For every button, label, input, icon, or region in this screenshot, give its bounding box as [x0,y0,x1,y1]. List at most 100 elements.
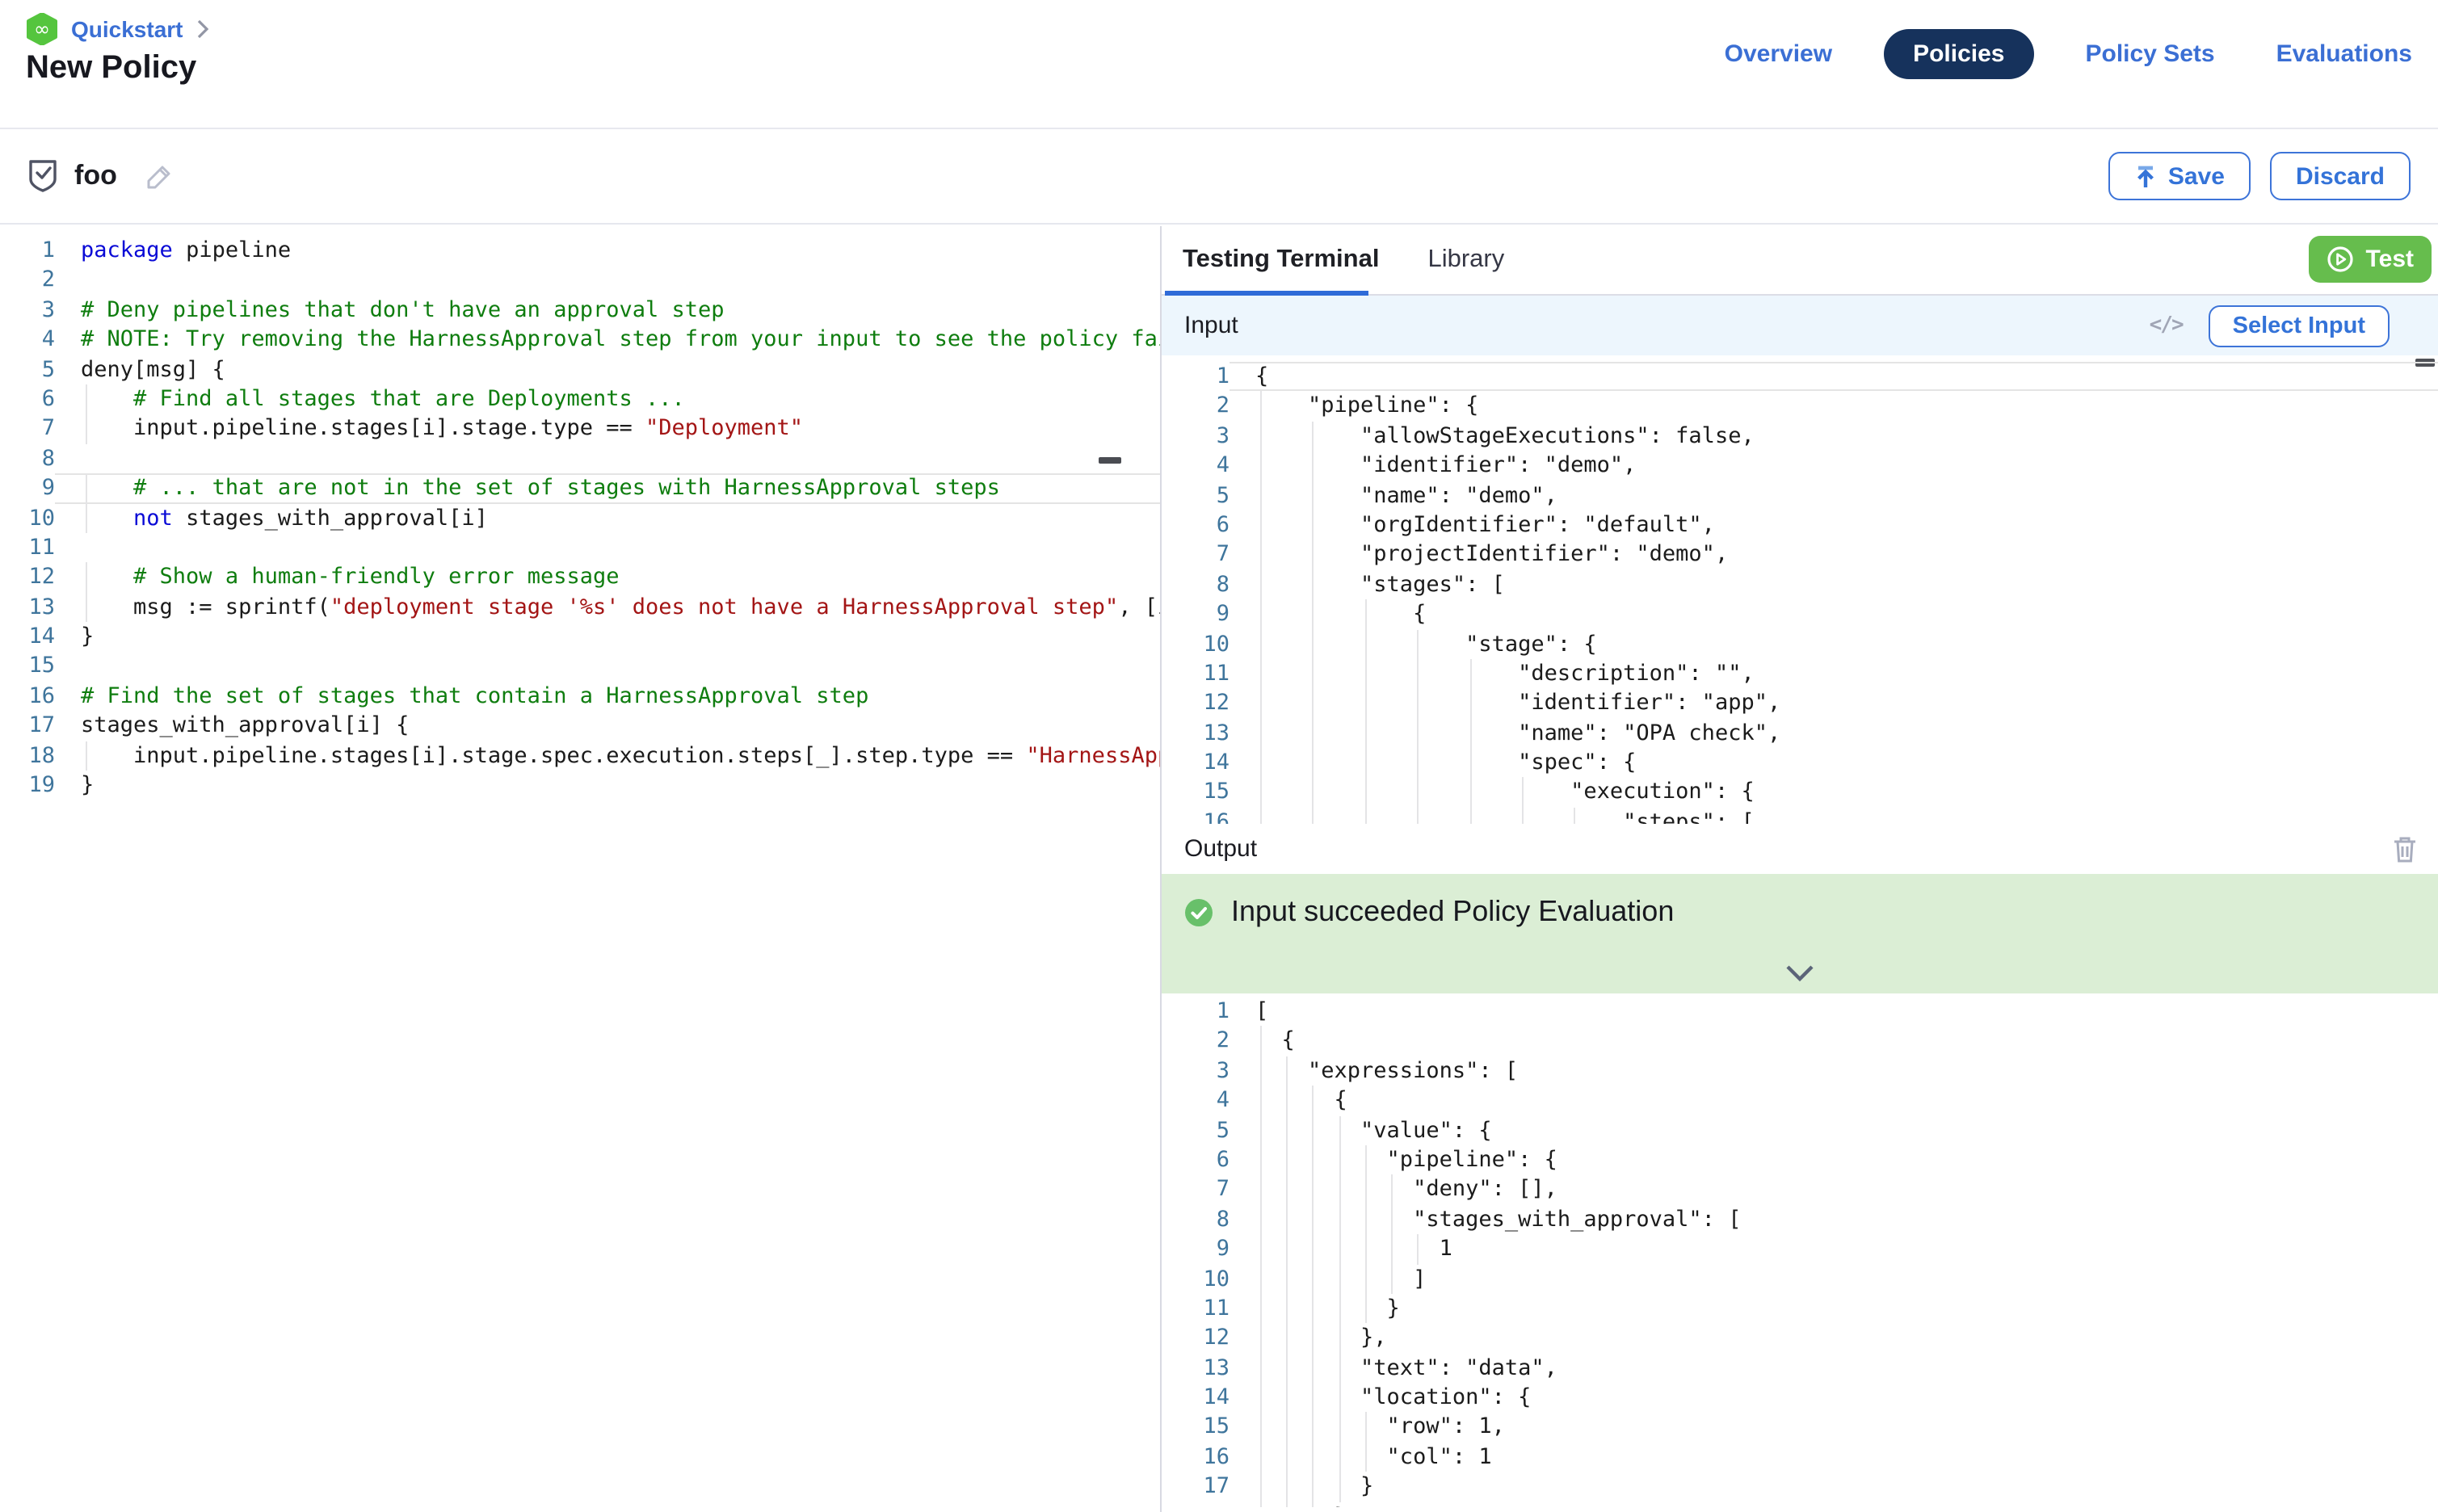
output-section-header: Output [1162,824,2438,874]
output-json-editor[interactable]: 1[2 {3 "expressions": [4 {5 "value": {6 … [1162,993,2438,1507]
nav-tab-evaluations[interactable]: Evaluations [2267,29,2422,79]
line-number: 4 [0,325,55,355]
code-line: 3 "allowStageExecutions": false, [1162,422,2438,452]
tab-library[interactable]: Library [1427,246,1504,275]
policy-toolbar: foo Save Discard [0,129,2438,225]
upload-icon [2134,164,2157,188]
page-title: New Policy [26,50,196,87]
line-number: 5 [1162,481,1230,510]
code-line: 6 "orgIdentifier": "default", [1162,510,2438,540]
code-line: 5 "value": { [1162,1115,2438,1145]
code-line: 13 msg := sprintf("deployment stage '%s'… [0,592,1160,622]
line-number: 18 [0,741,55,771]
code-line: 10 "stage": { [1162,629,2438,659]
code-line: 14 "location": { [1162,1383,2438,1413]
shield-check-icon [26,158,60,194]
line-number: 10 [1162,1264,1230,1294]
nav-tab-policies[interactable]: Policies [1884,29,2033,79]
line-number: 3 [1162,1056,1230,1086]
discard-button[interactable]: Discard [2270,152,2411,200]
code-line: 17 } [1162,1472,2438,1502]
play-circle-icon [2327,246,2355,273]
tab-testing-terminal[interactable]: Testing Terminal [1183,246,1379,275]
nav-tab-policy-sets[interactable]: Policy Sets [2076,29,2225,79]
select-input-button[interactable]: Select Input [2209,304,2390,346]
policy-name: foo [74,160,117,192]
line-number: 9 [1162,599,1230,629]
nav-tab-overview[interactable]: Overview [1715,29,1842,79]
code-line: 4# NOTE: Try removing the HarnessApprova… [0,325,1160,355]
code-line: 5 "name": "demo", [1162,481,2438,510]
line-number: 11 [1162,659,1230,689]
breadcrumb-link-quickstart[interactable]: Quickstart [71,16,183,42]
code-line: 4 { [1162,1086,2438,1115]
code-line: 2 { [1162,1027,2438,1056]
code-line: 11 "description": "", [1162,659,2438,689]
code-line: 6 # Find all stages that are Deployments… [0,384,1160,414]
code-line: 16# Find the set of stages that contain … [0,682,1160,712]
code-line: 10 ] [1162,1264,2438,1294]
line-number: 9 [0,473,55,503]
code-line: 2 "pipeline": { [1162,392,2438,422]
trash-icon[interactable] [2393,835,2417,863]
page-header: ∞ Quickstart New Policy Overview Policies… [0,0,2438,129]
code-line: 8 "stages": [ [1162,569,2438,599]
line-number: 14 [1162,748,1230,778]
line-number: 14 [1162,1383,1230,1413]
policy-code-editor[interactable]: 1package pipeline23# Deny pipelines that… [0,226,1160,1512]
line-number: 8 [1162,1204,1230,1234]
evaluation-success-banner: Input succeeded Policy Evaluation [1162,874,2438,993]
active-tab-underline [1165,291,1368,296]
line-number: 9 [1162,1234,1230,1264]
testing-terminal-pane: Testing Terminal Library Test Input </> S… [1162,226,2438,1512]
input-json-editor[interactable]: 1{2 "pipeline": {3 "allowStageExecutions… [1162,355,2438,824]
policy-editor-page: ∞ Quickstart New Policy Overview Policies… [0,0,2438,1512]
harness-logo-icon: ∞ [26,13,58,45]
code-line: 16 "steps": [ [1162,808,2438,824]
code-line: 11 } [1162,1294,2438,1324]
module-nav-tabs: Overview Policies Policy Sets Evaluations [1715,29,2422,79]
line-number: 17 [0,712,55,741]
code-line: 16 "col": 1 [1162,1443,2438,1472]
code-line: 12 }, [1162,1324,2438,1354]
expand-chevron-icon[interactable] [1784,964,1815,982]
line-number: 6 [0,384,55,414]
line-number: 10 [0,503,55,533]
code-line: 9 { [1162,599,2438,629]
line-number: 2 [1162,392,1230,422]
code-line: 15 [0,652,1160,682]
input-section-header: Input </> Select Input [1162,296,2438,355]
input-title: Input [1184,312,1238,339]
code-line: 7 "deny": [], [1162,1175,2438,1205]
code-line: 7 input.pipeline.stages[i].stage.type ==… [0,414,1160,444]
line-number: 12 [1162,689,1230,719]
code-line: 6 "pipeline": { [1162,1145,2438,1175]
success-check-icon [1184,897,1213,926]
line-number: 11 [1162,1294,1230,1324]
code-line: 3# Deny pipelines that don't have an app… [0,296,1160,326]
line-number: 7 [1162,540,1230,570]
test-button[interactable]: Test [2310,236,2432,283]
code-line: 17stages_with_approval[i] { [0,712,1160,741]
line-number: 2 [0,266,55,296]
policy-code-pane: 1package pipeline23# Deny pipelines that… [0,226,1162,1512]
code-line: 12 "identifier": "app", [1162,689,2438,719]
code-line: 15 "row": 1, [1162,1413,2438,1443]
edit-name-icon[interactable] [145,161,175,191]
line-number: 8 [1162,569,1230,599]
code-line: 2 [0,266,1160,296]
line-number: 3 [0,296,55,326]
line-number: 15 [0,652,55,682]
code-line: 13 "name": "OPA check", [1162,718,2438,748]
line-number: 16 [1162,1443,1230,1472]
code-view-icon[interactable]: </> [2150,313,2183,338]
line-number: 18 [1162,1502,1230,1507]
line-number: 4 [1162,451,1230,481]
output-title: Output [1184,835,1257,863]
code-line: 10 not stages_with_approval[i] [0,503,1160,533]
code-line: 14 "spec": { [1162,748,2438,778]
line-number: 16 [1162,808,1230,824]
line-number: 7 [1162,1175,1230,1205]
save-button[interactable]: Save [2108,152,2251,200]
code-line: 9 1 [1162,1234,2438,1264]
